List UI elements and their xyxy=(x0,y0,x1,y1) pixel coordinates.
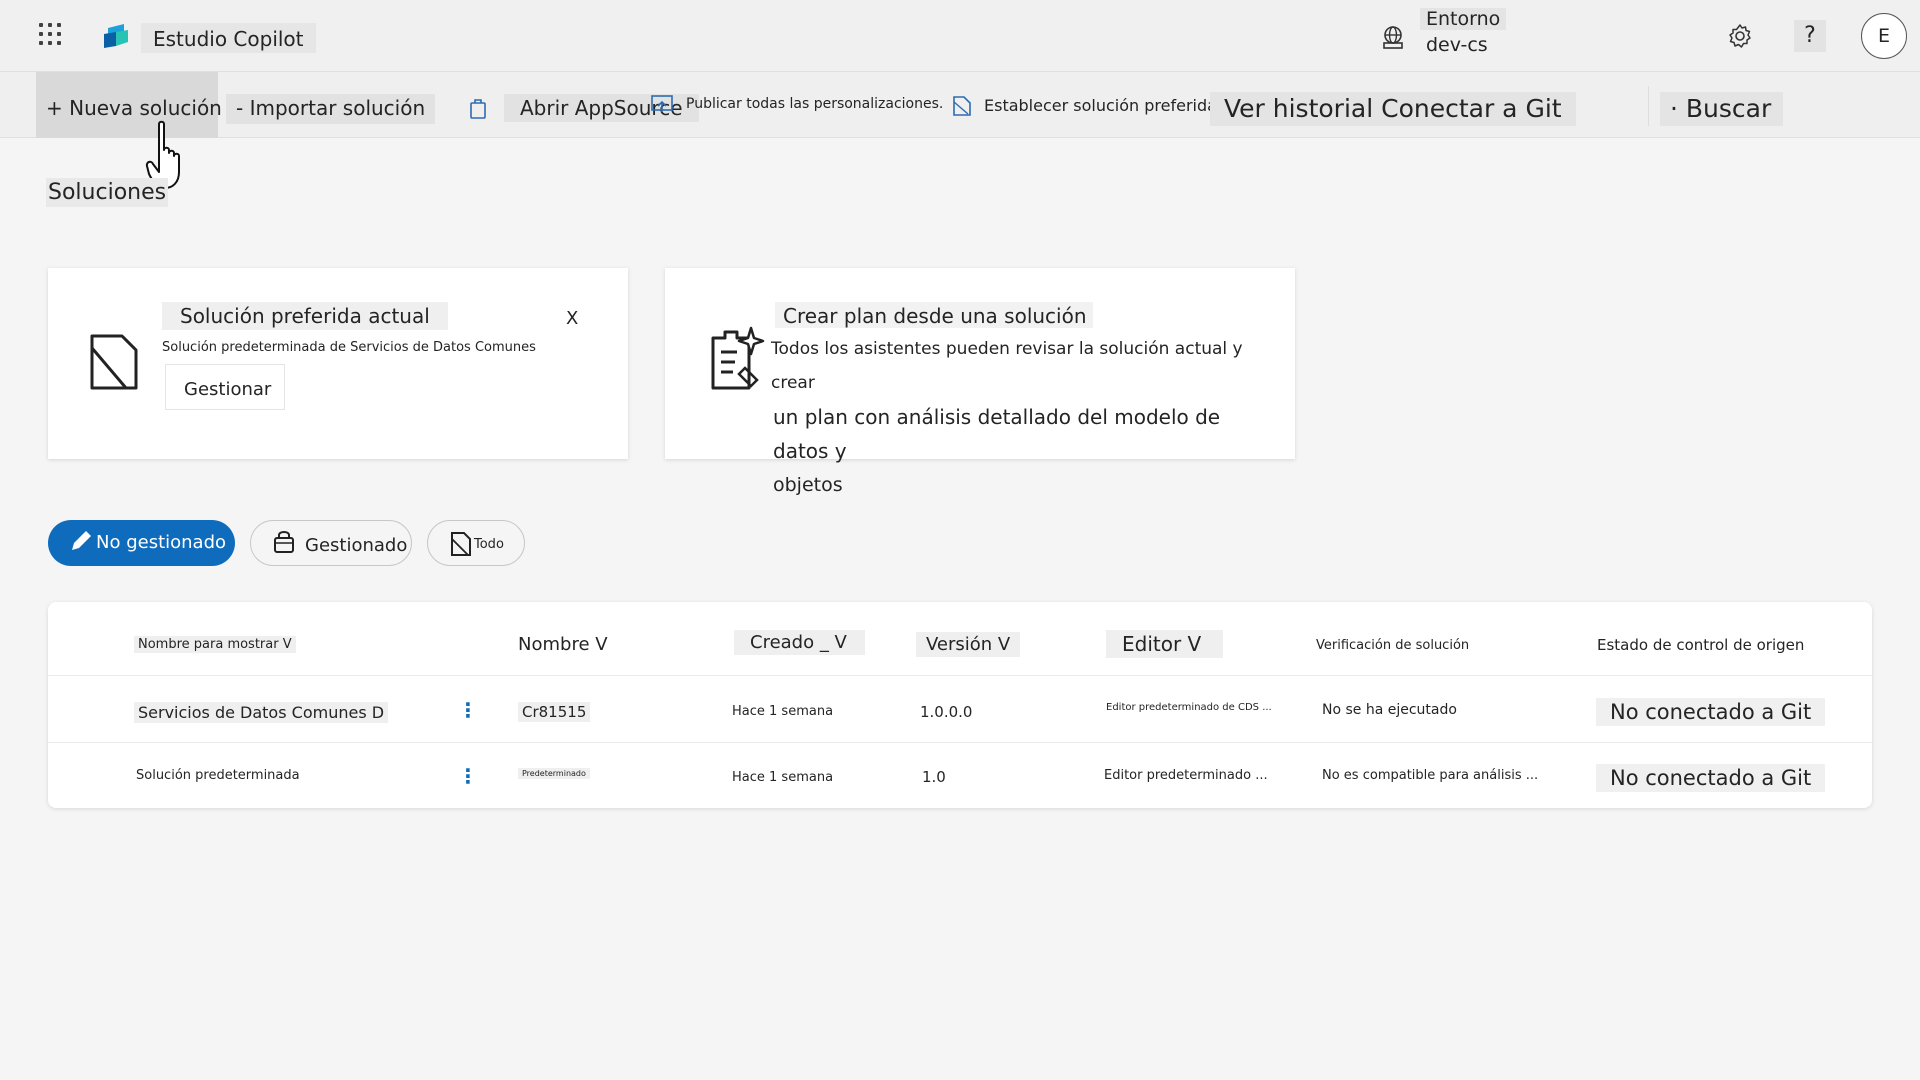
globe-icon xyxy=(1383,26,1403,49)
row-version: 1.0.0.0 xyxy=(920,703,973,721)
shopping-bag-icon xyxy=(470,99,486,119)
solution-icon xyxy=(451,532,471,556)
row-name: Predeterminado xyxy=(518,768,590,779)
create-plan-line-2: un plan con análisis detallado del model… xyxy=(773,405,1221,463)
column-header-source-control[interactable]: Estado de control de origen xyxy=(1597,636,1804,654)
row-created: Hace 1 semana xyxy=(732,770,834,785)
column-header-name[interactable]: Nombre V xyxy=(518,634,608,655)
app-launcher-icon[interactable] xyxy=(38,22,62,46)
close-icon[interactable]: X xyxy=(566,308,578,329)
filter-all-label: Todo xyxy=(474,537,504,552)
history-git-button[interactable]: Ver historial Conectar a Git xyxy=(1210,92,1576,126)
row-publisher: Editor predeterminado ... xyxy=(1104,768,1268,783)
publish-all-button[interactable]: Publicar todas las personalizaciones. xyxy=(650,95,944,112)
solution-icon xyxy=(953,96,971,116)
column-header-version[interactable]: Versión V xyxy=(916,632,1021,657)
solution-folder-icon xyxy=(90,334,138,390)
more-options-icon[interactable]: ⋮ xyxy=(458,764,478,788)
row-display-name[interactable]: Solución predeterminada xyxy=(136,768,300,783)
create-plan-description: Todos los asistentes pueden revisar la s… xyxy=(771,332,1273,502)
filter-unmanaged-tab[interactable]: No gestionado xyxy=(48,520,235,566)
row-created: Hace 1 semana xyxy=(732,704,834,719)
preferred-solution-card: Solución preferida actual X Solución pre… xyxy=(48,268,628,459)
preferred-card-subtitle: Solución predeterminada de Servicios de … xyxy=(162,340,536,355)
publish-icon xyxy=(651,95,673,112)
toolbar-divider xyxy=(1648,86,1649,126)
publish-all-label: Publicar todas las personalizaciones. xyxy=(686,96,944,112)
column-header-solution-check[interactable]: Verificación de solución xyxy=(1316,638,1469,653)
avatar[interactable]: E xyxy=(1861,13,1907,59)
preferred-card-title: Solución preferida actual xyxy=(162,302,448,330)
column-header-publisher[interactable]: Editor V xyxy=(1106,630,1224,658)
create-plan-line-1: Todos los asistentes pueden revisar la s… xyxy=(771,339,1243,393)
row-display-name[interactable]: Servicios de Datos Comunes D xyxy=(134,702,389,723)
row-solution-check: No se ha ejecutado xyxy=(1322,702,1457,718)
filter-managed-tab[interactable]: Gestionado xyxy=(250,520,412,566)
filter-managed-label: Gestionado xyxy=(305,535,408,556)
page-title: Soluciones xyxy=(46,178,169,207)
create-plan-card[interactable]: Crear plan desde una solución Todos los … xyxy=(665,268,1295,496)
row-version: 1.0 xyxy=(922,768,946,786)
create-plan-line-3: objetos xyxy=(773,474,843,496)
copilot-studio-logo xyxy=(104,24,128,48)
row-source-control[interactable]: No conectado a Git xyxy=(1596,698,1826,726)
row-name: Cr81515 xyxy=(518,702,591,722)
row-source-control[interactable]: No conectado a Git xyxy=(1596,764,1826,792)
search-button[interactable]: · Buscar xyxy=(1660,92,1784,126)
filter-all-tab[interactable]: Todo xyxy=(427,520,525,566)
lock-bag-icon xyxy=(274,531,294,553)
row-divider xyxy=(48,742,1872,743)
create-plan-title: Crear plan desde una solución xyxy=(775,302,1093,328)
row-publisher: Editor predeterminado de CDS ... xyxy=(1106,702,1272,713)
more-options-icon[interactable]: ⋮ xyxy=(458,698,478,722)
column-header-created[interactable]: Creado _ V xyxy=(734,630,865,655)
environment-label[interactable]: Entorno xyxy=(1420,8,1507,30)
environment-value[interactable]: dev-cs xyxy=(1420,34,1494,56)
solutions-table: Nombre para mostrar V Nombre V Creado _ … xyxy=(48,602,1872,808)
app-title[interactable]: Estudio Copilot xyxy=(141,23,316,53)
row-divider xyxy=(48,675,1872,676)
manage-button[interactable]: Gestionar xyxy=(165,364,285,410)
set-preferred-label: Establecer solución preferida xyxy=(984,96,1217,115)
top-header: Estudio Copilot Entorno dev-cs ? E xyxy=(0,0,1920,72)
help-button[interactable]: ? xyxy=(1794,20,1826,52)
command-bar: + Nueva solución - Importar solución Abr… xyxy=(0,72,1920,138)
filter-unmanaged-label: No gestionado xyxy=(96,532,227,553)
column-header-display-name[interactable]: Nombre para mostrar V xyxy=(134,636,296,653)
gear-icon[interactable] xyxy=(1726,22,1754,50)
pencil-icon xyxy=(72,531,91,550)
import-solution-button[interactable]: - Importar solución xyxy=(226,94,436,124)
row-solution-check: No es compatible para análisis ... xyxy=(1322,768,1539,783)
plan-sparkle-icon xyxy=(711,326,765,390)
set-preferred-solution-button[interactable]: Establecer solución preferida xyxy=(950,96,1217,116)
